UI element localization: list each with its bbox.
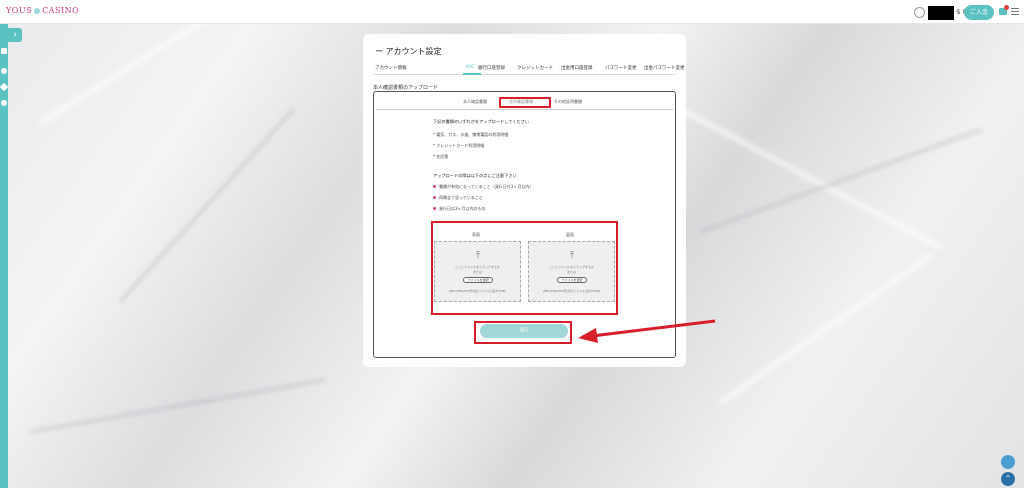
red-arrow-icon (578, 319, 716, 343)
redacted-username (928, 6, 954, 20)
instruction-heading-1: 下記の書類のいずれかをアップロードしてください (433, 119, 530, 124)
chat-icon[interactable] (1001, 455, 1015, 469)
active-tab-indicator (463, 73, 481, 75)
site-logo[interactable]: YOUS CASINO (6, 6, 79, 15)
highlight-upload-area (431, 221, 618, 315)
subtab-identity[interactable]: 本人確認書類 (463, 99, 487, 105)
ticket-icon[interactable] (0, 82, 9, 92)
instruction-item: * 住民票 (433, 154, 449, 159)
instruction-item: * クレジットカード利用明細 (433, 143, 485, 148)
tab-account-info[interactable]: アカウント情報 (375, 65, 407, 71)
instruction-item: * 電気、ガス、水道、携帯電話の利用明細 (433, 132, 509, 137)
balance-refresh-icon[interactable] (914, 7, 925, 18)
instruction-heading-2: アップロードの際は以下の点にご注意下さい (433, 173, 517, 178)
logo-text-left: YOUS (6, 6, 33, 15)
highlight-address-subtab (499, 97, 551, 108)
logo-text-right: CASINO (42, 6, 80, 15)
section-title: 本人確認書類のアップロード (373, 85, 439, 91)
tab-bank[interactable]: 銀行口座登録 (478, 65, 505, 71)
settings-icon[interactable] (1, 100, 7, 106)
highlight-submit-button (474, 321, 572, 344)
bullet-icon (433, 196, 436, 199)
account-tabs: アカウント情報 KYC 銀行口座登録 クレジットカード 出金用口座登録 パスワー… (373, 62, 685, 75)
sidebar (0, 24, 9, 488)
tab-password[interactable]: パスワード変更 (605, 65, 637, 71)
scroll-top-icon[interactable]: ⌃ (1001, 472, 1015, 486)
top-bar: YOUS CASINO $ 0 ご入金 (0, 0, 1024, 24)
sidebar-expand-button[interactable]: › (8, 28, 22, 42)
caution-item: 発行日は3ヶ月以内のもの (439, 206, 486, 211)
menu-icon[interactable] (1011, 8, 1019, 15)
logo-dot-icon (34, 8, 41, 14)
deposit-button[interactable]: ご入金 (964, 5, 994, 20)
grid-icon[interactable] (1, 48, 7, 54)
notification-badge (1004, 5, 1009, 10)
tab-kyc[interactable]: KYC (466, 65, 474, 70)
tab-withdraw-password[interactable]: 出金パスワード変更 (644, 65, 685, 71)
bullet-icon (433, 185, 436, 188)
tab-credit-card[interactable]: クレジットカード (517, 65, 553, 71)
bullet-icon (433, 207, 436, 210)
subtab-divider (376, 109, 673, 110)
subtab-other[interactable]: その他証明書類 (554, 99, 582, 105)
caution-item: 書類が有効になっていること（発行日付3ヶ月以内） (439, 184, 534, 189)
tab-withdraw-account[interactable]: 出金用口座登録 (561, 65, 593, 71)
page-title: ー アカウント設定 (375, 47, 442, 56)
chip-icon[interactable] (1, 68, 7, 74)
caution-item: 四隅全て収っていること (439, 195, 483, 200)
